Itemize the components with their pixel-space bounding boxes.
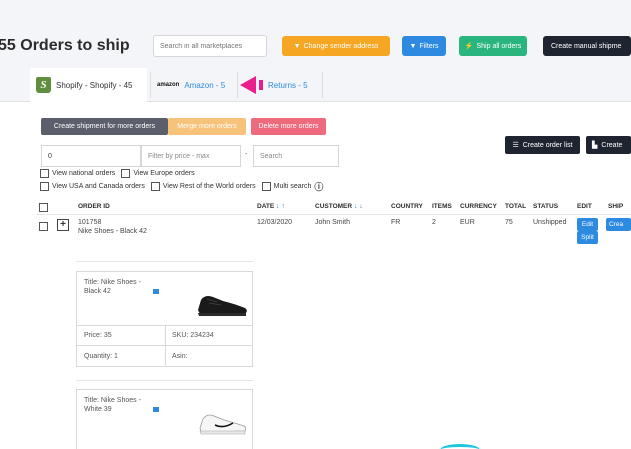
europe-orders-checkbox[interactable] [121, 169, 131, 178]
product-title: Title: Nike Shoes - White 39 [84, 397, 141, 413]
range-dash: - [245, 151, 248, 158]
product-card: Title: Nike Shoes - White 39 [76, 389, 253, 449]
country-code: FR [391, 219, 401, 226]
price-max-input[interactable]: Filter by price - max [141, 145, 241, 167]
top-bar [0, 0, 631, 68]
product-name: Nike Shoes - Black 42 [78, 228, 147, 235]
price-min-input[interactable]: 0 [41, 145, 141, 167]
returns-arrow-tail-icon [259, 80, 263, 90]
multi-search-checkbox[interactable] [261, 182, 271, 191]
edit-order-button[interactable]: Edit [577, 218, 598, 231]
product-card-header: Title: Nike Shoes - White 39 [77, 390, 252, 449]
header-edit: EDIT [577, 203, 592, 210]
rest-of-world-orders-checkbox[interactable] [150, 182, 160, 191]
returns-arrow-icon [240, 76, 256, 94]
filters-button[interactable]: ▼ Filters [402, 36, 446, 56]
order-id: 101758 [78, 219, 102, 226]
delete-orders-button[interactable]: Delete more orders [251, 118, 326, 135]
product-card-header: Title: Nike Shoes - Black 42 [77, 272, 252, 326]
tab-divider [237, 72, 238, 98]
filter-checkbox-row-1: View national orders View Europe orders [40, 169, 195, 178]
create-button[interactable]: ▙ Create [586, 136, 631, 154]
marketplace-search-input[interactable] [153, 35, 267, 57]
expand-row-button[interactable]: + [57, 219, 69, 231]
white-shoe-image [199, 414, 247, 435]
sort-asc-icon[interactable]: ↓ [354, 203, 358, 210]
tab-divider [150, 72, 151, 98]
product-title: Title: Nike Shoes - Black 42 [84, 279, 141, 295]
split-order-button[interactable]: Split [577, 231, 598, 244]
national-orders-checkbox[interactable] [40, 169, 49, 178]
product-asin: Asin: [172, 352, 188, 360]
header-total: TOTAL [505, 203, 527, 210]
product-quantity: Quantity: 1 [84, 352, 118, 360]
shopify-icon: S [36, 77, 51, 93]
select-all-checkbox[interactable] [39, 203, 48, 212]
amazon-logo: amazon [157, 82, 180, 88]
product-card: Title: Nike Shoes - Black 42 Price: 35 S… [76, 271, 253, 367]
header-currency: CURRENCY [460, 203, 497, 210]
filter-checkbox-row-2: View USA and Canada orders View Rest of … [40, 180, 323, 193]
order-search-input[interactable]: Search [253, 145, 339, 167]
section-divider [76, 261, 253, 262]
customer-name: John Smith [315, 219, 351, 226]
header-status: STATUS [533, 203, 559, 210]
sort-asc-icon[interactable]: ↓ [276, 203, 280, 210]
create-manual-shipment-button[interactable]: Create manual shipme [543, 36, 631, 56]
header-date[interactable]: DATE ↓ ↑ [257, 203, 285, 210]
sort-desc-icon[interactable]: ↓ [359, 203, 363, 210]
change-sender-address-button[interactable]: ▼ Change sender address [282, 36, 390, 56]
ship-all-orders-button[interactable]: ⚡ Ship all orders [459, 36, 527, 56]
create-shipment-more-orders-button[interactable]: Create shipment for more orders [41, 118, 168, 135]
create-order-list-button[interactable]: ☰ Create order list [505, 136, 580, 154]
order-date: 12/03/2020 [257, 219, 293, 226]
header-country: COUNTRY [391, 203, 423, 210]
page-title: 55 Orders to ship [0, 37, 130, 54]
order-total: 75 [505, 219, 513, 226]
product-sku: SKU: 234234 [172, 332, 214, 339]
header-order-id: ORDER ID [78, 203, 110, 210]
header-ship: SHIP [608, 203, 624, 210]
header-customer[interactable]: CUSTOMER ↓ ↓ [315, 203, 363, 210]
sort-desc-icon[interactable]: ↑ [281, 203, 285, 210]
filter-icon: ▼ [293, 42, 301, 50]
usa-canada-orders-checkbox[interactable] [40, 182, 49, 191]
marketplace-tabs: S Shopify - Shopify - 45 amazon Amazon -… [0, 68, 631, 102]
header-divider [36, 214, 631, 215]
product-card-quantity-row: Quantity: 1 Asin: [77, 346, 252, 366]
list-icon: ☰ [512, 142, 519, 149]
section-divider [76, 380, 253, 381]
tab-divider [322, 72, 323, 98]
header-items: ITEMS [432, 203, 452, 210]
items-count: 2 [432, 219, 436, 226]
tab-returns[interactable]: Returns - 5 [240, 68, 320, 102]
note-icon[interactable] [153, 289, 159, 294]
info-icon[interactable]: ⓘ [314, 180, 323, 193]
black-shoe-image [198, 296, 247, 316]
lightning-icon: ⚡ [464, 43, 474, 50]
note-icon[interactable] [153, 407, 159, 412]
tab-amazon[interactable]: amazon Amazon - 5 [157, 68, 237, 102]
row-checkbox[interactable] [39, 222, 48, 231]
merge-orders-button[interactable]: Merge more orders [168, 118, 246, 135]
create-shipment-button[interactable]: Crea [606, 218, 631, 231]
order-status: Unshipped [533, 219, 567, 226]
document-icon: ▙ [592, 142, 598, 149]
chat-widget-edge[interactable] [440, 444, 480, 449]
tab-shopify[interactable]: S Shopify - Shopify - 45 [30, 68, 147, 102]
currency: EUR [460, 219, 475, 226]
filter-icon: ▼ [409, 42, 417, 50]
product-price: Price: 35 [84, 332, 112, 339]
product-card-price-row: Price: 35 SKU: 234234 [77, 326, 252, 346]
